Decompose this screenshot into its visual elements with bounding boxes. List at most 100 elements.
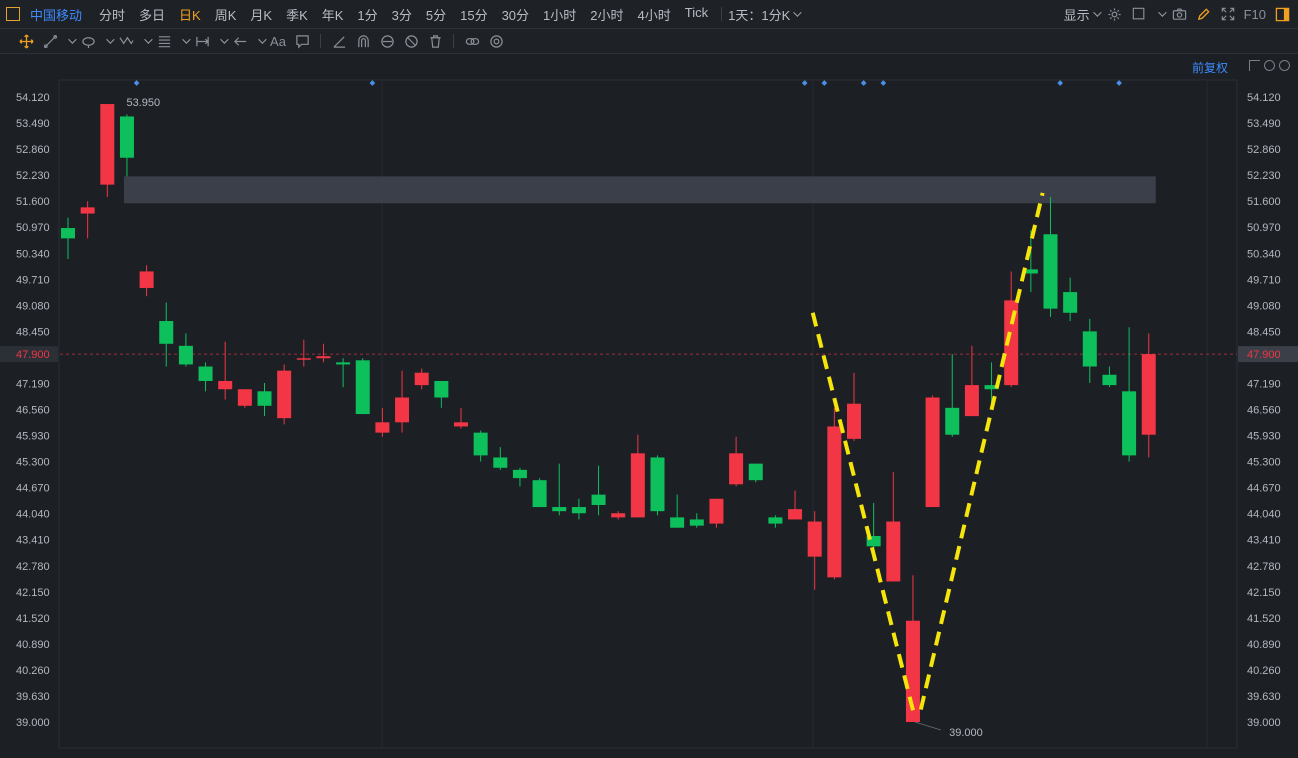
candle-body <box>611 513 626 518</box>
candlestick-chart[interactable]: 54.120 54.120 53.490 53.490 52.860 52.860 52.2… <box>0 55 1298 753</box>
measure-icon[interactable] <box>192 31 212 51</box>
candle-body <box>1043 234 1058 309</box>
candle-body <box>80 207 95 214</box>
y-tick-left: 45.930 <box>16 431 50 443</box>
candle-body <box>178 345 193 365</box>
chevron-down-icon[interactable] <box>102 31 115 51</box>
trash-icon[interactable] <box>425 31 445 51</box>
tab-12[interactable]: 1小时 <box>536 5 583 24</box>
tab-14[interactable]: 4小时 <box>631 5 678 24</box>
y-tick-right: 47.190 <box>1247 378 1281 390</box>
y-tick-left: 50.970 <box>16 222 50 234</box>
chevron-down-icon[interactable] <box>254 31 267 51</box>
candle-body <box>847 403 861 439</box>
candle-body <box>807 521 822 557</box>
brush-icon[interactable] <box>78 31 98 51</box>
divider <box>453 34 454 48</box>
y-tick-right: 42.780 <box>1247 561 1281 573</box>
ruler-icon[interactable] <box>329 31 349 51</box>
y-tick-right: 48.450 <box>1247 326 1281 338</box>
link-icon[interactable] <box>462 31 482 51</box>
y-tick-right: 39.000 <box>1247 717 1281 729</box>
tab-9[interactable]: 5分 <box>419 5 453 24</box>
f10-button[interactable]: F10 <box>1244 7 1266 22</box>
interval-selector[interactable]: 1天：1分K <box>728 5 802 24</box>
chart-area[interactable]: 54.120 54.120 53.490 53.490 52.860 52.860 52.2… <box>0 55 1298 753</box>
y-tick-left: 39.000 <box>16 717 50 729</box>
arrow-left-icon[interactable] <box>230 31 250 51</box>
comment-icon[interactable] <box>292 31 312 51</box>
candle-body <box>395 397 410 423</box>
y-tick-right: 54.120 <box>1247 92 1281 104</box>
candle-body <box>689 519 704 526</box>
candle-body <box>1141 354 1156 435</box>
move-icon[interactable] <box>16 31 36 51</box>
candle-body <box>827 426 842 578</box>
tab-13[interactable]: 2小时 <box>583 5 630 24</box>
trend-line-icon[interactable] <box>40 31 60 51</box>
y-tick-right: 41.520 <box>1247 613 1281 625</box>
y-tick-left: 44.040 <box>16 509 50 521</box>
candle-body <box>591 494 606 505</box>
fullscreen-icon[interactable] <box>1220 6 1236 22</box>
y-tick-right: 49.080 <box>1247 300 1281 312</box>
tab-3[interactable]: 周K <box>208 5 244 24</box>
y-tick-left: 45.300 <box>16 457 50 469</box>
tab-4[interactable]: 月K <box>243 5 279 24</box>
display-label: 显示 <box>1063 7 1090 23</box>
tab-0[interactable]: 分时 <box>92 5 132 24</box>
candle-body <box>650 457 665 512</box>
sidebar-toggle-icon[interactable] <box>1274 6 1290 22</box>
y-tick-right: 50.340 <box>1247 248 1281 260</box>
y-tick-right: 49.710 <box>1247 274 1281 286</box>
right-tools: 显示 F10 <box>1064 0 1290 28</box>
text-tool-icon[interactable]: Aa <box>268 31 288 51</box>
y-tick-right: 44.670 <box>1247 483 1281 495</box>
chevron-down-icon[interactable] <box>178 31 191 51</box>
layout-icon[interactable] <box>1131 6 1147 22</box>
pencil-icon[interactable] <box>1196 6 1212 22</box>
candle-body <box>630 453 645 518</box>
candle-body <box>316 356 331 359</box>
chevron-down-icon[interactable] <box>216 31 229 51</box>
candle-body <box>768 517 783 524</box>
chevron-down-icon[interactable] <box>1157 8 1167 17</box>
candle-body <box>100 104 115 185</box>
gear-icon[interactable] <box>1107 6 1123 22</box>
candle-body <box>296 358 311 360</box>
fib-icon[interactable] <box>154 31 174 51</box>
chevron-down-icon[interactable] <box>140 31 153 51</box>
y-tick-left: 40.260 <box>16 665 50 677</box>
tab-10[interactable]: 15分 <box>453 5 494 24</box>
display-menu[interactable]: 显示 <box>1063 5 1102 24</box>
min-price-label: 39.000 <box>949 727 983 739</box>
y-tick-left: 54.120 <box>16 92 50 104</box>
y-tick-left: 42.780 <box>16 561 50 573</box>
camera-icon[interactable] <box>1172 6 1188 22</box>
tab-1[interactable]: 多日 <box>132 5 172 24</box>
divider <box>320 34 321 48</box>
tab-6[interactable]: 年K <box>315 5 351 24</box>
tab-5[interactable]: 季K <box>279 5 315 24</box>
candle-body <box>552 507 567 512</box>
panel-toggle-icon[interactable] <box>6 7 20 21</box>
y-tick-left: 49.710 <box>16 274 50 286</box>
candle-body <box>670 517 685 528</box>
eye-lock-icon[interactable] <box>377 31 397 51</box>
settings-icon[interactable] <box>486 31 506 51</box>
hide-icon[interactable] <box>401 31 421 51</box>
candle-body <box>748 463 763 481</box>
chevron-down-icon[interactable] <box>64 31 77 51</box>
wave-icon[interactable] <box>116 31 136 51</box>
y-tick-right: 44.040 <box>1247 509 1281 521</box>
candle-body <box>886 521 901 582</box>
magnet-icon[interactable] <box>353 31 373 51</box>
tab-11[interactable]: 30分 <box>495 5 536 24</box>
tab-8[interactable]: 3分 <box>385 5 419 24</box>
tab-2[interactable]: 日K <box>172 5 208 24</box>
tab-7[interactable]: 1分 <box>350 5 384 24</box>
tab-15[interactable]: Tick <box>678 5 715 24</box>
y-tick-left: 47.190 <box>16 378 50 390</box>
stock-name[interactable]: 中国移动 <box>30 5 82 24</box>
y-tick-right: 50.970 <box>1247 222 1281 234</box>
